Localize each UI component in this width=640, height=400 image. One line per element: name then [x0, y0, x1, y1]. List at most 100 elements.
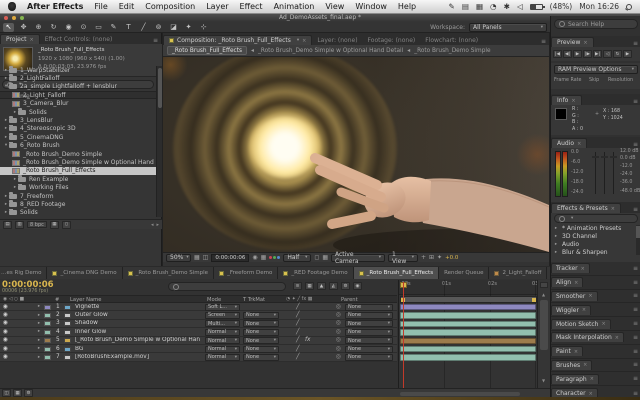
timeline-tab[interactable]: 2_Light_Falloff: [489, 267, 547, 279]
region-of-interest-icon[interactable]: ◻: [314, 254, 319, 261]
status-display-icon[interactable]: ▦: [476, 2, 483, 11]
parent-dropdown[interactable]: None▾: [345, 354, 393, 361]
layer-name[interactable]: Inner Glow: [75, 329, 106, 335]
close-icon[interactable]: ×: [30, 37, 34, 43]
trkmat-dropdown[interactable]: None▾: [243, 312, 279, 319]
eye-icon[interactable]: ◉: [3, 337, 8, 343]
layer-row[interactable]: ◉ ▸ 1 Vignette Soft L...▾ ╱ ◎ None▾: [0, 303, 397, 311]
shape-tool-icon[interactable]: ▭: [93, 23, 104, 32]
pickwhip-icon[interactable]: ◎: [336, 337, 341, 343]
timeline-tab[interactable]: _Freeform Demo: [214, 267, 278, 279]
timeline-search-input[interactable]: [168, 282, 286, 291]
tab-footage[interactable]: Footage: (none): [363, 36, 421, 45]
panel-wiggler[interactable]: Wiggler×≡: [551, 303, 640, 317]
tree-item-folder[interactable]: ▸8_RED Footage: [0, 200, 156, 208]
timeline-vertical-scrollbar[interactable]: ▲ ▼: [537, 280, 550, 388]
composition-viewer[interactable]: [163, 57, 549, 252]
ram-preview-options-dropdown[interactable]: RAM Preview Options▾: [554, 65, 638, 74]
snapshot-icon[interactable]: ◉: [252, 254, 257, 261]
layer-bar[interactable]: [400, 346, 536, 352]
pickwhip-icon[interactable]: ◎: [336, 346, 341, 352]
eye-icon[interactable]: ◉: [3, 354, 8, 360]
layer-name[interactable]: Outer Glow: [75, 312, 108, 318]
pen-tool-icon[interactable]: ✎: [108, 23, 119, 32]
layer-bar[interactable]: [400, 354, 536, 360]
search-help-input[interactable]: Search Help: [554, 19, 638, 29]
expand-layer-switches-icon[interactable]: ◫: [2, 389, 11, 397]
viewer-timecode[interactable]: 0:00:00:06: [211, 254, 249, 262]
blend-mode-dropdown[interactable]: Normal▾: [205, 354, 240, 361]
breadcrumb-item[interactable]: _Roto Brush_Demo Simple w Optional Hand …: [258, 48, 403, 54]
selection-tool-icon[interactable]: ↖: [3, 23, 14, 32]
timeline-graph[interactable]: :00s 01s 02s 03s: [398, 280, 537, 388]
layer-row[interactable]: ◉ ▸ 5 [_Roto Brush_Demo Simple w Optiona…: [0, 337, 397, 345]
menu-layer[interactable]: Layer: [206, 2, 228, 11]
exposure-value[interactable]: +0.0: [445, 255, 458, 261]
battery-icon[interactable]: [530, 4, 543, 10]
pickwhip-icon[interactable]: ◎: [336, 354, 341, 360]
close-window-button[interactable]: [4, 16, 8, 20]
status-pen-icon[interactable]: ✎: [449, 2, 455, 11]
tree-item-comp[interactable]: _Roto Brush_Demo Simple: [0, 150, 156, 158]
ram-preview-button[interactable]: ▶: [623, 50, 632, 58]
layer-name[interactable]: [RotoBrushExample.mov]: [75, 354, 149, 360]
tab-audio[interactable]: Audio×: [551, 138, 587, 148]
menu-file[interactable]: File: [94, 2, 107, 11]
fx-icon[interactable]: fx: [305, 337, 310, 343]
tab-info[interactable]: Info×: [551, 95, 582, 105]
switch-icon[interactable]: ╱: [296, 354, 300, 360]
spotlight-icon[interactable]: [626, 4, 632, 10]
work-area-bar[interactable]: [400, 296, 537, 303]
parent-dropdown[interactable]: None▾: [345, 320, 393, 327]
menu-edit[interactable]: Edit: [119, 2, 135, 11]
audio-slider-right[interactable]: [613, 152, 614, 194]
horizontal-scroll-thumb[interactable]: [400, 392, 520, 396]
layer-bar[interactable]: [400, 321, 536, 327]
panel-paint[interactable]: Paint×≡: [551, 345, 640, 359]
menu-composition[interactable]: Composition: [145, 2, 195, 11]
timeline-tab[interactable]: …es Rig Demo: [0, 267, 47, 279]
timeline-ruler[interactable]: :00s 01s 02s 03s: [399, 280, 538, 295]
eye-icon[interactable]: ◉: [3, 346, 8, 352]
ruler-icon[interactable]: ◫: [203, 254, 209, 261]
effects-search-input[interactable]: ▾: [554, 214, 638, 223]
expand-transfer-controls-icon[interactable]: ▦: [13, 389, 22, 397]
loop-button[interactable]: ↻: [613, 50, 622, 58]
tab-composition[interactable]: Composition: _Roto Brush_Full_Effects ▾ …: [163, 35, 312, 45]
blend-mode-dropdown[interactable]: Soft L...▾: [205, 304, 240, 311]
status-timemachine-icon[interactable]: ◔: [490, 2, 497, 11]
crosshair-icon[interactable]: +: [421, 254, 426, 261]
breadcrumb-current[interactable]: _Roto Brush_Full_Effects: [167, 46, 247, 55]
label-swatch[interactable]: [44, 347, 51, 352]
next-frame-button[interactable]: |▶: [583, 50, 592, 58]
trkmat-dropdown[interactable]: None▾: [243, 354, 279, 361]
trkmat-dropdown[interactable]: None▾: [243, 320, 279, 327]
tree-item-folder[interactable]: ▸Solids: [0, 108, 156, 116]
panel-menu-icon[interactable]: ≡: [541, 38, 549, 45]
effects-item[interactable]: ▸Audio: [553, 241, 579, 248]
close-icon[interactable]: ×: [302, 38, 306, 44]
audio-slider-left[interactable]: [595, 152, 596, 194]
tree-item-folder[interactable]: ▸Ren Example: [0, 175, 156, 183]
panel-tracker[interactable]: Tracker×≡: [551, 262, 640, 276]
live-update-icon[interactable]: ▦: [305, 282, 314, 290]
layer-name[interactable]: Vignette: [75, 304, 99, 310]
pickwhip-icon[interactable]: ◎: [336, 329, 341, 335]
status-volume-icon[interactable]: ◁: [517, 2, 523, 11]
blend-mode-dropdown[interactable]: Normal▾: [205, 329, 240, 336]
menu-app-name[interactable]: After Effects: [27, 2, 83, 11]
switch-icon[interactable]: ╱: [296, 346, 300, 352]
switch-icon[interactable]: ╱: [296, 329, 300, 335]
tab-effect-controls[interactable]: Effect Controls: (none): [40, 35, 118, 44]
timeline-tab[interactable]: _Roto Brush_Demo Simple: [123, 267, 214, 279]
show-channel-icon[interactable]: [269, 256, 280, 259]
eye-icon[interactable]: ◉: [3, 312, 8, 318]
draft-3d-icon[interactable]: ▲: [317, 282, 326, 290]
blend-mode-dropdown[interactable]: Normal▾: [205, 337, 240, 344]
label-swatch[interactable]: [44, 338, 51, 343]
trkmat-dropdown[interactable]: None▾: [243, 329, 279, 336]
menu-view[interactable]: View: [325, 2, 344, 11]
transparency-grid-icon[interactable]: ▦: [322, 254, 328, 261]
layer-name[interactable]: Shadow: [75, 320, 98, 326]
panel-menu-icon[interactable]: ≡: [633, 141, 640, 148]
